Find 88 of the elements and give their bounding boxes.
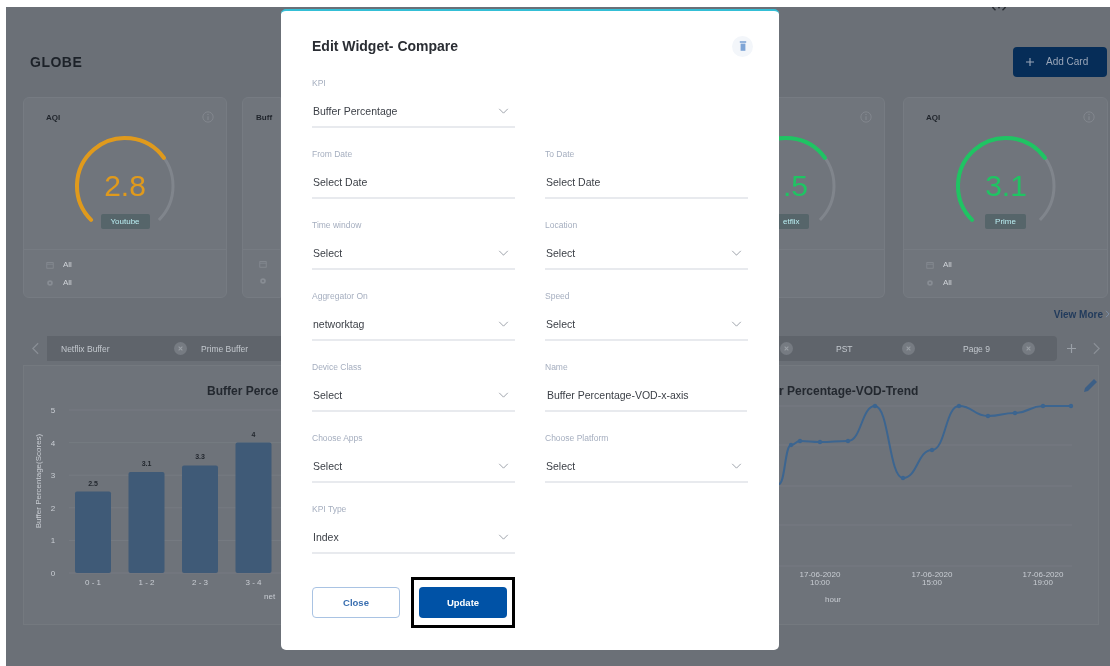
gauge-value: .5 [783,169,809,202]
gauge-value: 2.8 [104,169,146,202]
filter-value: All [63,260,72,269]
chevron-down-icon [498,108,509,114]
gauge-value: 3.1 [984,169,1027,202]
chevron-left-icon[interactable] [32,342,39,355]
app-badge: Prime [985,214,1026,229]
date-field[interactable]: Select Date [312,171,515,199]
axis-title: net [264,592,276,601]
chevron-right-icon[interactable] [1105,310,1110,318]
chart-title: Buffer Perce [207,384,279,398]
app-badge: Youtube [100,214,150,229]
axis-tick-label: 0 - 1 [85,578,101,587]
tab-label[interactable]: Prime Buffer [201,343,249,354]
field-label: Device Class [312,362,363,374]
axis-tick-label: 3 - 4 [245,578,262,587]
axis-tick-label: 2 [50,503,56,513]
card-title: AQI [46,112,61,122]
dialog-title: Edit Widget- Compare [312,38,459,54]
tab-label[interactable]: Page 9 [963,343,990,354]
chevron-down-icon [498,250,509,256]
chevron-right-icon[interactable] [1093,342,1100,355]
add-card-button[interactable]: Add Card [1013,46,1107,77]
dropdown[interactable]: Select [545,313,748,341]
chart-title: r Percentage-VOD-Trend [779,384,919,398]
axis-tick-label: 17-06-2020 10:00 [799,570,841,587]
axis-tick-label: 1 [50,536,56,546]
dropdown[interactable]: Index [312,526,515,554]
add-tab-icon[interactable] [1067,344,1076,353]
card-title: Buff [256,112,273,122]
field-label: KPI [312,78,327,90]
axis-tick-label: 0 [50,569,56,578]
field-label: Name [545,362,569,374]
axis-tick-label: 2 - 3 [192,578,208,587]
axis-tick-label: 17-06-2020 19:00 [1022,570,1064,587]
trash-icon [738,41,747,51]
close-icon[interactable] [902,342,915,355]
dropdown[interactable]: Select [312,455,515,483]
pencil-icon[interactable] [1084,379,1097,392]
chart-tab[interactable]: Prime Buffer [187,336,249,361]
filter-value: All [63,278,72,287]
field-label: Choose Platform [545,433,610,445]
chevron-down-icon [498,463,509,469]
dropdown[interactable]: Select [545,455,748,483]
chevron-down-icon [731,321,742,327]
filter-value: All [943,260,952,269]
chevron-down-icon [498,392,509,398]
field-label: Time window [312,220,363,232]
axis-tick-label: 3 [50,471,56,481]
dropdown[interactable]: networktag [312,313,515,341]
field-label: Choose Apps [312,433,364,445]
chart-tab[interactable]: PST [793,336,920,361]
plus-icon [1026,57,1034,66]
field-label: To Date [545,149,576,161]
date-field[interactable]: Select Date [545,171,748,199]
dropdown[interactable]: Select [545,242,748,270]
axis-tick-label: 17-06-2020 15:00 [911,570,953,587]
field-label: Location [545,220,579,232]
chart-tab[interactable]: Page 9 [920,336,1040,361]
app-badge: etflix [779,214,810,229]
delete-button[interactable] [732,35,753,57]
axis-title: Buffer Percentage(Scores) [34,433,43,529]
close-icon[interactable] [1022,342,1035,355]
tab-label[interactable]: Netflix Buffer [61,343,110,354]
filter-value: All [943,278,952,287]
field-label: Aggregator On [312,291,369,303]
axis-tick-label: 4 [50,438,56,448]
close-button[interactable]: Close [312,587,400,618]
chart-tab[interactable]: Netflix Buffer [61,336,187,361]
chevron-down-icon [731,250,742,256]
chevron-down-icon [731,463,742,469]
field-label: From Date [312,149,354,161]
axis-tick-label: 5 [50,406,56,415]
tab-label[interactable]: PST [836,343,853,354]
chevron-down-icon [498,534,509,540]
chevron-down-icon [498,321,509,327]
dropdown[interactable]: Select [312,384,515,412]
close-icon[interactable] [780,342,793,355]
field-label: Speed [545,291,571,303]
axis-tick-label: 1 - 2 [138,578,155,587]
update-button[interactable]: Update [419,587,507,618]
card-title: AQI [926,112,941,122]
close-icon[interactable] [174,342,187,355]
page-title: GLOBE [30,53,83,70]
dropdown[interactable]: Select [312,242,515,270]
axis-title: hour [825,595,841,604]
dropdown[interactable]: Buffer Percentage [312,100,515,128]
field-label: KPI Type [312,504,348,516]
